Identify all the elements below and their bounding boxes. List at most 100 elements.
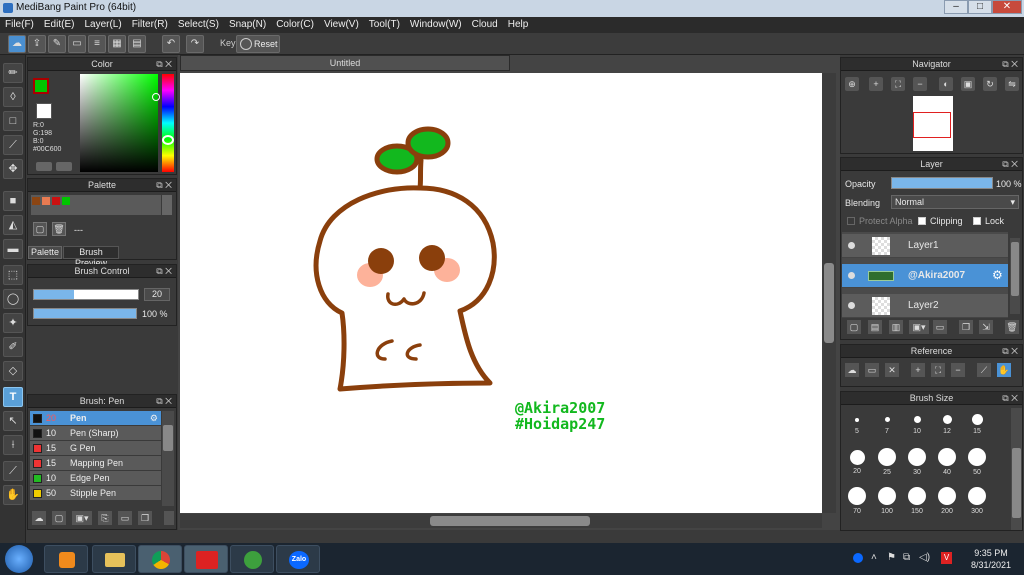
menu-layer[interactable]: Layer(L) [79, 17, 126, 33]
menu-select[interactable]: Select(S) [173, 17, 224, 33]
brush-copy-icon[interactable]: ⎘ [98, 511, 112, 525]
menu-tool[interactable]: Tool(T) [364, 17, 405, 33]
visibility-eye-icon[interactable] [848, 272, 855, 279]
brush-size-preset[interactable]: 7 [877, 412, 897, 435]
operation-icon[interactable]: ↖ [3, 411, 23, 431]
layer-list-scrollbar[interactable] [1010, 238, 1020, 314]
select-icon[interactable]: ⬚ [3, 265, 23, 285]
delete-layer-icon[interactable]: 🗑 [1005, 320, 1019, 334]
panel-close-icon[interactable]: ⧉ ✕ [1002, 392, 1018, 405]
drawing-canvas[interactable]: @Akira2007 #Hoidap247 [180, 73, 822, 513]
layer-folder-icon[interactable]: ▭ [933, 320, 947, 334]
hand-icon[interactable]: ✋ [3, 485, 23, 505]
brush-cloud-icon[interactable]: ☁ [32, 511, 46, 525]
tray-flag-icon[interactable]: ⚑ [887, 552, 896, 563]
palette-scrollbar[interactable] [162, 195, 172, 215]
reference-zoom-out-icon[interactable]: − [951, 363, 965, 377]
menu-file[interactable]: File(F) [0, 17, 39, 33]
maximize-button[interactable]: □ [968, 0, 992, 14]
delete-palette-icon[interactable]: 🗑 [52, 222, 66, 236]
chat-icon[interactable]: ▭ [68, 35, 86, 53]
vertical-scroll-thumb[interactable] [824, 263, 834, 343]
primary-color-swatch[interactable] [33, 78, 49, 94]
lasso-icon[interactable]: ◯ [3, 289, 23, 309]
gradient-icon[interactable]: ▬ [3, 239, 23, 259]
nav-rotate-icon[interactable]: ↻ [983, 77, 997, 91]
redo-icon[interactable]: ↷ [186, 35, 204, 53]
cloud-icon[interactable]: ☁ [8, 35, 26, 53]
brush-size-preset[interactable]: 200 [935, 487, 959, 515]
navigator-viewport-box[interactable] [913, 112, 951, 138]
tray-arrow-icon[interactable]: ˄ [871, 552, 877, 563]
taskbar-media-player[interactable] [44, 545, 88, 573]
panels-icon[interactable]: ▤ [128, 35, 146, 53]
menu-edit[interactable]: Edit(E) [39, 17, 80, 33]
brush-size-preset[interactable]: 10 [907, 412, 927, 435]
brush-icon[interactable]: ✏ [3, 63, 23, 83]
palette-swatch-brown[interactable] [32, 197, 40, 205]
brush-item-mapping-pen[interactable]: 15 Mapping Pen [30, 456, 161, 471]
palette-swatch-salmon[interactable] [42, 197, 50, 205]
tab-palette[interactable]: Palette [28, 246, 62, 259]
tray-keyboard-icon[interactable]: V [941, 552, 952, 564]
layer-add-dropdown-icon[interactable]: ▣▾ [909, 320, 929, 334]
panel-close-icon[interactable]: ⧉ ✕ [1002, 58, 1018, 71]
brush-duplicate-icon[interactable]: ❐ [138, 511, 152, 525]
menu-view[interactable]: View(V) [319, 17, 364, 33]
layer-settings-gear-icon[interactable]: ⚙ [992, 268, 1003, 282]
hue-slider-handle[interactable] [162, 135, 174, 145]
palette-swatch-green[interactable] [62, 197, 70, 205]
menu-filter[interactable]: Filter(R) [127, 17, 173, 33]
layer-row-selected[interactable]: @Akira2007 ⚙ [842, 264, 1008, 288]
menu-snap[interactable]: Snap(N) [224, 17, 271, 33]
menu-window[interactable]: Window(W) [405, 17, 467, 33]
reference-cloud-icon[interactable]: ☁ [845, 363, 859, 377]
layer-row[interactable]: Layer1 [842, 234, 1008, 258]
nav-zoom-in-icon[interactable]: + [869, 77, 883, 91]
reset-button[interactable]: Reset [236, 35, 280, 53]
eyedropper-icon[interactable]: ⟋ [3, 461, 23, 481]
start-button[interactable] [5, 545, 33, 573]
new-8bit-layer-icon[interactable]: ▥ [889, 320, 903, 334]
hue-slider[interactable] [162, 74, 174, 172]
share-icon[interactable]: ⇪ [28, 35, 46, 53]
transparent-swatch[interactable] [36, 103, 52, 119]
taskbar-file-explorer[interactable] [92, 545, 136, 573]
nav-fullscreen-icon[interactable]: ▣ [961, 77, 975, 91]
layer-scroll-thumb[interactable] [1011, 242, 1019, 296]
brush-size-preset[interactable]: 70 [845, 487, 869, 515]
panel-close-icon[interactable]: ⧉ ✕ [156, 179, 172, 192]
brush-size-scrollbar[interactable] [1011, 408, 1022, 530]
reference-fit-icon[interactable]: ⛶ [931, 363, 945, 377]
taskbar-medibang[interactable] [184, 545, 228, 573]
brush-size-preset[interactable]: 50 [965, 448, 989, 476]
brush-size-slider[interactable] [33, 289, 139, 300]
close-button[interactable]: ✕ [992, 0, 1022, 14]
palette-swatch-red[interactable] [52, 197, 60, 205]
brush-more-icon[interactable] [164, 511, 174, 525]
panel-close-icon[interactable]: ⧉ ✕ [156, 58, 172, 71]
brush-item-g-pen[interactable]: 15 G Pen [30, 441, 161, 456]
reference-zoom-in-icon[interactable]: + [911, 363, 925, 377]
taskbar-app[interactable] [230, 545, 274, 573]
panel-close-icon[interactable]: ⧉ ✕ [1002, 345, 1018, 358]
brush-size-preset[interactable]: 25 [875, 448, 899, 476]
reference-open-icon[interactable]: ▭ [865, 363, 879, 377]
nav-zoom-fit-icon[interactable]: ⊕ [845, 77, 859, 91]
brush-item-pen[interactable]: 20 Pen ⚙ [30, 411, 161, 426]
document-icon[interactable]: ≡ [88, 35, 106, 53]
taskbar-chrome[interactable] [138, 545, 182, 573]
color-picker-cursor[interactable] [152, 93, 160, 101]
fill-rect-icon[interactable]: ■ [3, 191, 23, 211]
brush-item-stipple-pen[interactable]: 50 Stipple Pen [30, 486, 161, 501]
move-icon[interactable]: ✥ [3, 159, 23, 179]
brush-folder-icon[interactable]: ▭ [118, 511, 132, 525]
magic-wand-icon[interactable]: ✦ [3, 313, 23, 333]
minimize-button[interactable]: – [944, 0, 968, 14]
nav-actual-size-icon[interactable]: ◐ [939, 77, 953, 91]
brush-item-pen-sharp[interactable]: 10 Pen (Sharp) [30, 426, 161, 441]
nav-zoom-out-icon[interactable]: − [913, 77, 927, 91]
brush-size-preset[interactable]: 20 [845, 448, 869, 475]
undo-icon[interactable]: ↶ [162, 35, 180, 53]
brush-list-scrollbar[interactable] [162, 411, 174, 506]
